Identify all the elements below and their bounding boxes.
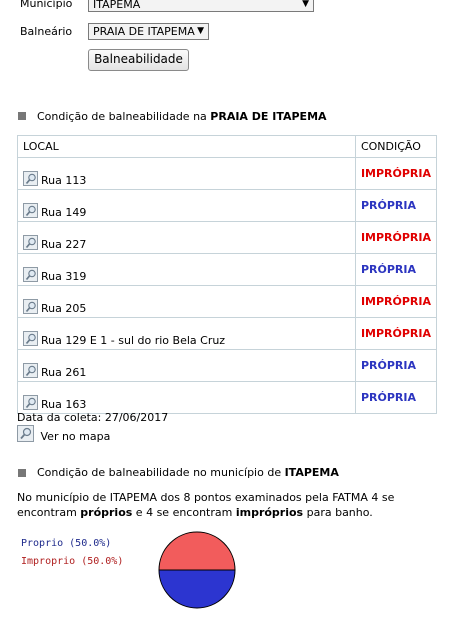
local-cell[interactable]: Rua 129 E 1 - sul do rio Bela Cruz bbox=[17, 317, 356, 350]
local-cell[interactable]: Rua 261 bbox=[17, 349, 356, 382]
legend-proprio: Proprio (50.0%) bbox=[21, 538, 112, 549]
local-cell[interactable]: Rua 113 bbox=[17, 157, 356, 190]
condicao-cell: PRÓPRIA bbox=[354, 349, 438, 382]
table-row: Rua 261 PRÓPRIA bbox=[17, 349, 438, 382]
condicao-badge: PRÓPRIA bbox=[360, 263, 416, 276]
table-row: Rua 129 E 1 - sul do rio Bela Cruz IMPRÓP… bbox=[17, 317, 438, 350]
beach-section-title: Condição de balneabilidade na PRAIA DE I… bbox=[37, 110, 327, 123]
beach-name: PRAIA DE ITAPEMA bbox=[210, 110, 327, 123]
local-name: Rua 205 bbox=[41, 302, 87, 315]
condicao-badge: IMPRÓPRIA bbox=[360, 327, 431, 340]
magnifier-icon[interactable] bbox=[23, 171, 38, 186]
map-link-label: Ver no mapa bbox=[40, 430, 111, 443]
condicao-cell: IMPRÓPRIA bbox=[354, 317, 438, 350]
magnifier-icon[interactable] bbox=[23, 235, 38, 250]
magnifier-icon[interactable] bbox=[23, 299, 38, 314]
magnifier-icon[interactable] bbox=[23, 203, 38, 218]
municipio-select[interactable]: ITAPEMA ▼ bbox=[88, 0, 314, 12]
table-row: Rua 227 IMPRÓPRIA bbox=[17, 221, 438, 254]
local-name: Rua 129 E 1 - sul do rio Bela Cruz bbox=[41, 334, 226, 347]
collection-date: Data da coleta: 27/06/2017 bbox=[17, 411, 169, 424]
table-row: Rua 113 IMPRÓPRIA bbox=[17, 157, 438, 190]
condicao-badge: PRÓPRIA bbox=[360, 359, 416, 372]
balneario-select-value: PRAIA DE ITAPEMA bbox=[93, 25, 195, 38]
condicao-cell: IMPRÓPRIA bbox=[354, 221, 438, 254]
condicao-badge: IMPRÓPRIA bbox=[360, 295, 431, 308]
condicao-cell: PRÓPRIA bbox=[354, 253, 438, 286]
local-name: Rua 149 bbox=[41, 206, 87, 219]
balneabilidade-button[interactable]: Balneabilidade bbox=[88, 49, 189, 71]
table-row: Rua 163 PRÓPRIA bbox=[17, 381, 438, 414]
magnifier-icon[interactable] bbox=[23, 363, 38, 378]
condicao-badge: PRÓPRIA bbox=[360, 199, 416, 212]
condicao-cell: PRÓPRIA bbox=[354, 381, 438, 414]
legend-improprio: Improprio (50.0%) bbox=[21, 556, 124, 567]
local-cell[interactable]: Rua 149 bbox=[17, 189, 356, 222]
balneabilidade-table: LOCAL CONDIÇÃO Rua 113 IMPRÓPRIA Rua 149 PR… bbox=[17, 135, 438, 414]
municipio-section-title: Condição de balneabilidade no município … bbox=[37, 466, 339, 479]
local-name: Rua 261 bbox=[41, 366, 87, 379]
balneario-select[interactable]: PRAIA DE ITAPEMA ▼ bbox=[88, 23, 209, 40]
municipio-label: Município bbox=[20, 0, 73, 10]
local-cell[interactable]: Rua 319 bbox=[17, 253, 356, 286]
condicao-cell: IMPRÓPRIA bbox=[354, 285, 438, 318]
local-cell[interactable]: Rua 227 bbox=[17, 221, 356, 254]
bullet-square-icon bbox=[18, 469, 26, 477]
table-header: LOCAL CONDIÇÃO bbox=[17, 135, 438, 158]
magnifier-icon[interactable] bbox=[23, 331, 38, 346]
condicao-cell: PRÓPRIA bbox=[354, 189, 438, 222]
local-cell[interactable]: Rua 163 bbox=[17, 381, 356, 414]
municipio-select-value: ITAPEMA bbox=[93, 0, 141, 11]
pie-slice bbox=[158, 531, 236, 571]
local-cell[interactable]: Rua 205 bbox=[17, 285, 356, 318]
bullet-square-icon bbox=[18, 112, 26, 120]
table-row: Rua 149 PRÓPRIA bbox=[17, 189, 438, 222]
col-condicao-header: CONDIÇÃO bbox=[354, 135, 438, 158]
magnifier-icon bbox=[17, 425, 34, 442]
local-name: Rua 113 bbox=[41, 174, 87, 187]
municipio-name: ITAPEMA bbox=[284, 466, 339, 479]
map-link[interactable]: Ver no mapa bbox=[17, 425, 110, 443]
condicao-badge: IMPRÓPRIA bbox=[360, 167, 431, 180]
condicao-badge: IMPRÓPRIA bbox=[360, 231, 431, 244]
condicao-badge: PRÓPRIA bbox=[360, 391, 416, 404]
local-name: Rua 227 bbox=[41, 238, 87, 251]
pie-chart bbox=[158, 531, 236, 609]
col-local-header: LOCAL bbox=[17, 135, 356, 158]
condicao-cell: IMPRÓPRIA bbox=[354, 157, 438, 190]
municipio-summary: No município de ITAPEMA dos 8 pontos exa… bbox=[17, 491, 395, 519]
magnifier-icon[interactable] bbox=[23, 395, 38, 410]
pie-slice bbox=[158, 569, 236, 609]
local-name: Rua 163 bbox=[41, 398, 87, 411]
magnifier-icon[interactable] bbox=[23, 267, 38, 282]
balneario-label: Balneário bbox=[20, 25, 73, 38]
table-row: Rua 319 PRÓPRIA bbox=[17, 253, 438, 286]
local-name: Rua 319 bbox=[41, 270, 87, 283]
table-row: Rua 205 IMPRÓPRIA bbox=[17, 285, 438, 318]
chevron-down-icon: ▼ bbox=[302, 0, 309, 9]
chevron-down-icon: ▼ bbox=[197, 26, 204, 36]
